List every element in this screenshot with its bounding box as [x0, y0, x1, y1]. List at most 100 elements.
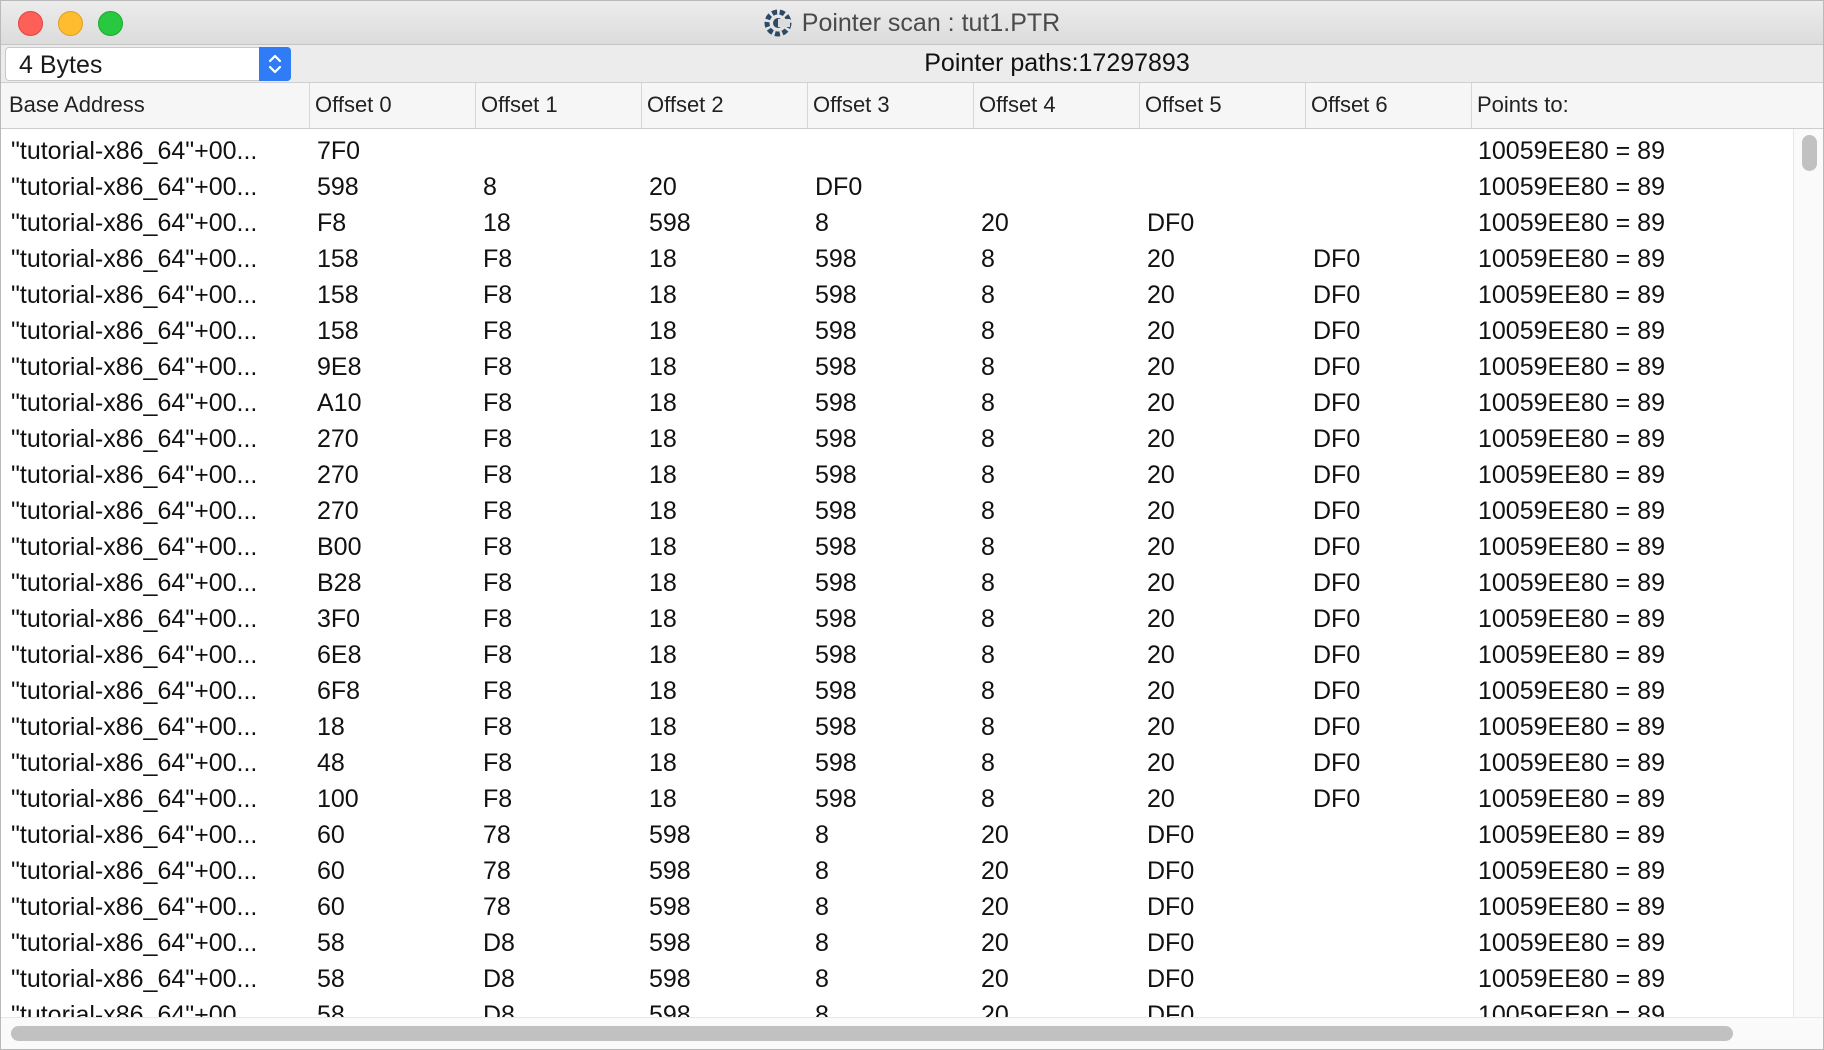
value-type-select[interactable]: 4 Bytes — [5, 47, 291, 81]
cell-offset-2: 18 — [649, 425, 677, 453]
cell-offset-1: F8 — [483, 353, 513, 381]
cell-points-to: 10059EE80 = 89 — [1478, 893, 1665, 921]
table-row[interactable]: "tutorial-x86_64"+00... 18 F8 18 598 8 20 DF0 10… — [1, 709, 1793, 745]
vertical-scrollbar-thumb[interactable] — [1802, 135, 1817, 171]
cell-offset-2: 18 — [649, 281, 677, 309]
cell-offset-1: F8 — [483, 425, 513, 453]
select-chevron-icon[interactable] — [259, 47, 291, 81]
cell-offset-4: 20 — [981, 821, 1009, 849]
cell-offset-4: 8 — [981, 353, 995, 381]
table-row[interactable]: "tutorial-x86_64"+00... F8 18 598 8 20 DF0 1005… — [1, 205, 1793, 241]
cell-offset-3: 598 — [815, 245, 857, 273]
cell-offset-1: F8 — [483, 497, 513, 525]
cell-points-to: 10059EE80 = 89 — [1478, 461, 1665, 489]
cell-offset-2: 598 — [649, 857, 691, 885]
cell-offset-4: 8 — [981, 497, 995, 525]
column-header-offset-3[interactable]: Offset 3 — [807, 83, 973, 129]
cell-offset-0: 158 — [317, 281, 359, 309]
table-row[interactable]: "tutorial-x86_64"+00... 598 8 20 DF0 10059EE8… — [1, 169, 1793, 205]
cell-offset-0: 58 — [317, 965, 345, 993]
cell-offset-2: 18 — [649, 713, 677, 741]
table-row[interactable]: "tutorial-x86_64"+00... 9E8 F8 18 598 8 20 DF0 1… — [1, 349, 1793, 385]
cell-base-address: "tutorial-x86_64"+00... — [11, 785, 258, 813]
cell-offset-5: DF0 — [1147, 857, 1195, 885]
table-row[interactable]: "tutorial-x86_64"+00... 270 F8 18 598 8 20 DF0 1… — [1, 493, 1793, 529]
column-header-offset-4[interactable]: Offset 4 — [973, 83, 1139, 129]
cell-points-to: 10059EE80 = 89 — [1478, 605, 1665, 633]
cell-offset-5: 20 — [1147, 461, 1175, 489]
column-header-offset-2[interactable]: Offset 2 — [641, 83, 807, 129]
cell-offset-0: 58 — [317, 929, 345, 957]
table-row[interactable]: "tutorial-x86_64"+00... B28 F8 18 598 8 20 DF0 1… — [1, 565, 1793, 601]
cell-offset-2: 18 — [649, 749, 677, 777]
cell-offset-5: 20 — [1147, 353, 1175, 381]
cell-offset-5: 20 — [1147, 533, 1175, 561]
cell-points-to: 10059EE80 = 89 — [1478, 389, 1665, 417]
cell-offset-2: 18 — [649, 389, 677, 417]
vertical-scrollbar[interactable] — [1793, 129, 1823, 1017]
cell-offset-4: 8 — [981, 425, 995, 453]
column-header-offset-6[interactable]: Offset 6 — [1305, 83, 1471, 129]
cell-points-to: 10059EE80 = 89 — [1478, 281, 1665, 309]
table-row[interactable]: "tutorial-x86_64"+00... 270 F8 18 598 8 20 DF0 1… — [1, 421, 1793, 457]
table-row[interactable]: "tutorial-x86_64"+00... 60 78 598 8 20 DF0 1005… — [1, 853, 1793, 889]
column-header-offset-5[interactable]: Offset 5 — [1139, 83, 1305, 129]
cell-offset-6: DF0 — [1313, 713, 1361, 741]
column-header-offset-1[interactable]: Offset 1 — [475, 83, 641, 129]
cell-offset-1: F8 — [483, 533, 513, 561]
table-row[interactable]: "tutorial-x86_64"+00... 3F0 F8 18 598 8 20 DF0 1… — [1, 601, 1793, 637]
cell-offset-2: 18 — [649, 785, 677, 813]
table-row[interactable]: "tutorial-x86_64"+00... 6F8 F8 18 598 8 20 DF0 1… — [1, 673, 1793, 709]
cell-points-to: 10059EE80 = 89 — [1478, 497, 1665, 525]
cell-points-to: 10059EE80 = 89 — [1478, 857, 1665, 885]
table-row[interactable]: "tutorial-x86_64"+00... 158 F8 18 598 8 20 DF0 1… — [1, 313, 1793, 349]
table-row[interactable]: "tutorial-x86_64"+00... 158 F8 18 598 8 20 DF0 1… — [1, 277, 1793, 313]
cell-offset-0: F8 — [317, 209, 347, 237]
cell-offset-6: DF0 — [1313, 605, 1361, 633]
cell-offset-4: 8 — [981, 245, 995, 273]
horizontal-scrollbar-thumb[interactable] — [11, 1026, 1733, 1041]
cell-offset-1: F8 — [483, 713, 513, 741]
table-row[interactable]: "tutorial-x86_64"+00... B00 F8 18 598 8 20 DF0 1… — [1, 529, 1793, 565]
cell-offset-2: 20 — [649, 173, 677, 201]
table-row[interactable]: "tutorial-x86_64"+00... 60 78 598 8 20 DF0 1005… — [1, 889, 1793, 925]
table-row[interactable]: "tutorial-x86_64"+00... 270 F8 18 598 8 20 DF0 1… — [1, 457, 1793, 493]
cell-offset-0: 6F8 — [317, 677, 361, 705]
cell-offset-3: 598 — [815, 353, 857, 381]
cell-points-to: 10059EE80 = 89 — [1478, 713, 1665, 741]
cell-offset-1: F8 — [483, 317, 513, 345]
cell-base-address: "tutorial-x86_64"+00... — [11, 749, 258, 777]
table-row[interactable]: "tutorial-x86_64"+00... 48 F8 18 598 8 20 DF0 10… — [1, 745, 1793, 781]
table-row[interactable]: "tutorial-x86_64"+00... 58 D8 598 8 20 DF0 1005… — [1, 961, 1793, 997]
cell-offset-1: 78 — [483, 821, 511, 849]
table-row[interactable]: "tutorial-x86_64"+00... A10 F8 18 598 8 20 DF0 1… — [1, 385, 1793, 421]
table-row[interactable]: "tutorial-x86_64"+00... 6E8 F8 18 598 8 20 DF0 1… — [1, 637, 1793, 673]
table-row[interactable]: "tutorial-x86_64"+00... 158 F8 18 598 8 20 DF0 1… — [1, 241, 1793, 277]
cell-offset-0: 3F0 — [317, 605, 361, 633]
cell-offset-1: F8 — [483, 749, 513, 777]
table-row[interactable]: "tutorial-x86_64"+00... 7F0 10059EE80 = 89 — [1, 133, 1793, 169]
cell-offset-4: 8 — [981, 605, 995, 633]
cell-offset-4: 8 — [981, 281, 995, 309]
cell-base-address: "tutorial-x86_64"+00... — [11, 533, 258, 561]
table-row[interactable]: "tutorial-x86_64"+00... 58 D8 598 8 20 DF0 1005… — [1, 925, 1793, 961]
cell-offset-1: F8 — [483, 389, 513, 417]
cheat-engine-icon — [764, 9, 792, 37]
cell-offset-0: B28 — [317, 569, 362, 597]
cell-offset-2: 18 — [649, 245, 677, 273]
cell-offset-5: 20 — [1147, 605, 1175, 633]
cell-offset-0: 9E8 — [317, 353, 362, 381]
horizontal-scrollbar[interactable] — [1, 1017, 1823, 1049]
table-row[interactable]: "tutorial-x86_64"+00... 60 78 598 8 20 DF0 1005… — [1, 817, 1793, 853]
cell-offset-5: DF0 — [1147, 893, 1195, 921]
cell-base-address: "tutorial-x86_64"+00... — [11, 353, 258, 381]
cell-offset-4: 20 — [981, 1001, 1009, 1017]
column-header-points-to[interactable]: Points to: — [1471, 83, 1823, 129]
column-header-base-address[interactable]: Base Address — [1, 83, 309, 129]
column-header-offset-0[interactable]: Offset 0 — [309, 83, 475, 129]
cell-base-address: "tutorial-x86_64"+00... — [11, 461, 258, 489]
table-row[interactable]: "tutorial-x86_64"+00... 58 D8 598 8 20 DF0 1005… — [1, 997, 1793, 1017]
cell-offset-3: 8 — [815, 893, 829, 921]
table-row[interactable]: "tutorial-x86_64"+00... 100 F8 18 598 8 20 DF0 1… — [1, 781, 1793, 817]
cell-offset-0: 60 — [317, 857, 345, 885]
